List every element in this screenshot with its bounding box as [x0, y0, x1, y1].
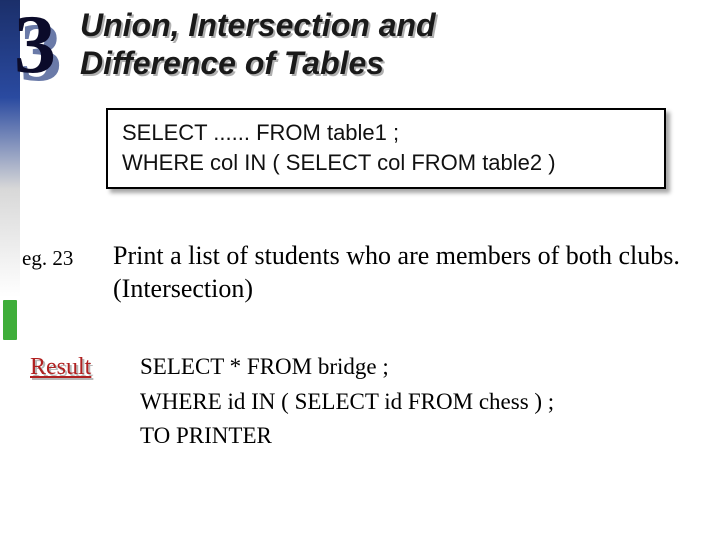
result-sql-line1: SELECT * FROM bridge ; — [140, 350, 680, 385]
title-line1: Union, Intersection and — [80, 7, 436, 43]
example-text: Print a list of students who are members… — [113, 240, 683, 305]
example-label: eg. 23 — [22, 246, 92, 271]
result-label: Result — [30, 354, 91, 380]
result-sql-line3: TO PRINTER — [140, 419, 680, 454]
sql-syntax-box: SELECT ...... FROM table1 ; WHERE col IN… — [106, 108, 666, 189]
section-number-text: 3 — [14, 0, 54, 93]
result-sql-block: SELECT * FROM bridge ; WHERE id IN ( SEL… — [140, 350, 680, 454]
slide: 3 3 Union, Intersection and Difference o… — [0, 0, 720, 540]
sql-syntax-line2: WHERE col IN ( SELECT col FROM table2 ) — [122, 148, 650, 178]
result-sql-line2: WHERE id IN ( SELECT id FROM chess ) ; — [140, 385, 680, 420]
result-link[interactable]: Result Result — [30, 354, 91, 381]
title-line2: Difference of Tables — [80, 45, 384, 81]
sql-syntax-line1: SELECT ...... FROM table1 ; — [122, 118, 650, 148]
slide-title: Union, Intersection and Difference of Ta… — [80, 6, 700, 83]
